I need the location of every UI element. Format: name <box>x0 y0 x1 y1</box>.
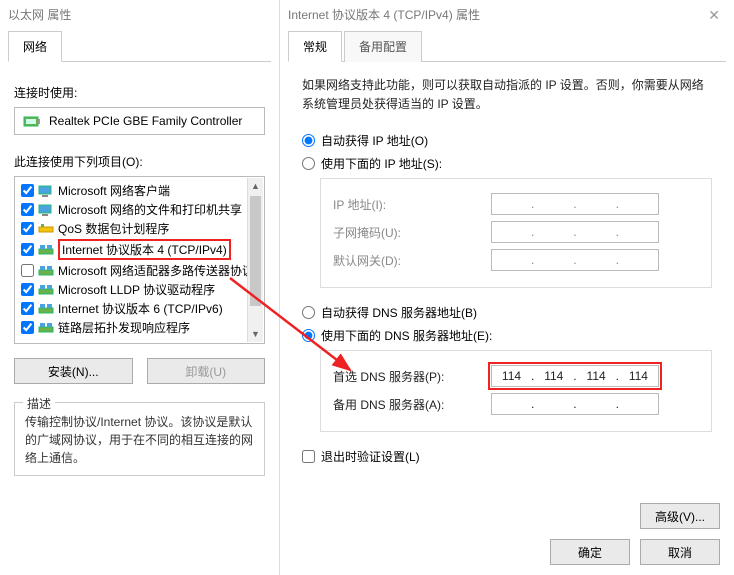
item-checkbox[interactable] <box>21 264 34 277</box>
ethernet-properties-dialog: 以太网 属性 网络 连接时使用: Realtek PCIe GBE Family… <box>0 0 280 575</box>
description-legend: 描述 <box>23 395 55 412</box>
item-label: Internet 协议版本 4 (TCP/IPv4) <box>58 239 231 260</box>
item-checkbox[interactable] <box>21 321 34 334</box>
radio-ip-manual-label: 使用下面的 IP 地址(S): <box>321 155 442 172</box>
client-icon <box>38 203 54 217</box>
left-titlebar: 以太网 属性 <box>0 0 279 30</box>
right-title: Internet 协议版本 4 (TCP/IPv4) 属性 <box>288 0 480 30</box>
network-items-list: Microsoft 网络客户端 Microsoft 网络的文件和打印机共享 QoS … <box>14 176 265 344</box>
list-item[interactable]: Microsoft 网络适配器多路传送器协议 <box>17 261 262 280</box>
list-item[interactable]: Internet 协议版本 6 (TCP/IPv6) <box>17 299 262 318</box>
radio-dns-auto[interactable] <box>302 306 315 319</box>
ip-fields: IP 地址(I): ... 子网掩码(U): ... 默认网关(D): ... <box>320 178 712 288</box>
validate-checkbox[interactable] <box>302 450 315 463</box>
tab-general[interactable]: 常规 <box>288 31 342 62</box>
radio-ip-auto[interactable] <box>302 134 315 147</box>
proto-icon <box>38 243 54 257</box>
item-label: Microsoft LLDP 协议驱动程序 <box>58 281 215 298</box>
description-text: 传输控制协议/Internet 协议。该协议是默认的广域网协议，用于在不同的相互… <box>25 413 254 467</box>
scroll-up-icon[interactable]: ▲ <box>248 178 263 194</box>
dns-alt-input[interactable]: ... <box>491 393 659 415</box>
item-checkbox[interactable] <box>21 243 34 256</box>
validate-label: 退出时验证设置(L) <box>321 448 420 465</box>
proto-icon <box>38 264 54 278</box>
dns-pref-input[interactable]: 114. 114. 114. 114 <box>491 365 659 387</box>
scroll-thumb[interactable] <box>250 196 261 306</box>
tab-alt-config[interactable]: 备用配置 <box>344 31 422 62</box>
item-checkbox[interactable] <box>21 222 34 235</box>
radio-dns-manual-label: 使用下面的 DNS 服务器地址(E): <box>321 327 492 344</box>
client-icon <box>38 184 54 198</box>
ip-address-input: ... <box>491 193 659 215</box>
list-item[interactable]: Microsoft 网络客户端 <box>17 181 262 200</box>
item-label: Internet 协议版本 6 (TCP/IPv6) <box>58 300 223 317</box>
item-label: QoS 数据包计划程序 <box>58 220 169 237</box>
proto-icon <box>38 302 54 316</box>
description-groupbox: 描述 传输控制协议/Internet 协议。该协议是默认的广域网协议，用于在不同… <box>14 402 265 476</box>
item-checkbox[interactable] <box>21 302 34 315</box>
right-tabs: 常规 备用配置 <box>288 30 726 62</box>
ip-address-label: IP 地址(I): <box>333 196 483 213</box>
dns-alt-label: 备用 DNS 服务器(A): <box>333 396 483 413</box>
dns-pref-label: 首选 DNS 服务器(P): <box>333 368 483 385</box>
gateway-label: 默认网关(D): <box>333 252 483 269</box>
radio-ip-manual[interactable] <box>302 157 315 170</box>
item-checkbox[interactable] <box>21 203 34 216</box>
radio-ip-auto-label: 自动获得 IP 地址(O) <box>321 132 428 149</box>
nic-icon <box>23 114 41 128</box>
adapter-selector[interactable]: Realtek PCIe GBE Family Controller <box>14 107 265 135</box>
list-item[interactable]: QoS 数据包计划程序 <box>17 219 262 238</box>
info-text: 如果网络支持此功能，则可以获取自动指派的 IP 设置。否则，你需要从网络系统管理… <box>302 76 712 114</box>
gateway-input: ... <box>491 249 659 271</box>
item-label: Microsoft 网络的文件和打印机共享 <box>58 201 242 218</box>
items-label: 此连接使用下列项目(O): <box>14 153 265 170</box>
adapter-name: Realtek PCIe GBE Family Controller <box>49 114 242 128</box>
dns-fields: 首选 DNS 服务器(P): 114. 114. 114. 114 备用 DNS… <box>320 350 712 432</box>
qos-icon <box>38 222 54 236</box>
proto-icon <box>38 321 54 335</box>
radio-dns-manual[interactable] <box>302 329 315 342</box>
scroll-down-icon[interactable]: ▼ <box>248 326 263 342</box>
subnet-label: 子网掩码(U): <box>333 224 483 241</box>
left-tabs: 网络 <box>8 30 271 62</box>
cancel-button[interactable]: 取消 <box>640 539 720 565</box>
uninstall-button[interactable]: 卸载(U) <box>147 358 266 384</box>
item-label: Microsoft 网络适配器多路传送器协议 <box>58 262 254 279</box>
item-checkbox[interactable] <box>21 283 34 296</box>
install-button[interactable]: 安装(N)... <box>14 358 133 384</box>
list-item[interactable]: Microsoft 网络的文件和打印机共享 <box>17 200 262 219</box>
right-titlebar: Internet 协议版本 4 (TCP/IPv4) 属性 ✕ <box>280 0 734 30</box>
list-item[interactable]: 链路层拓扑发现响应程序 <box>17 318 262 337</box>
list-item[interactable]: Microsoft LLDP 协议驱动程序 <box>17 280 262 299</box>
close-icon[interactable]: ✕ <box>704 0 724 30</box>
radio-dns-auto-label: 自动获得 DNS 服务器地址(B) <box>321 304 477 321</box>
proto-icon <box>38 283 54 297</box>
left-title: 以太网 属性 <box>8 0 71 30</box>
subnet-input: ... <box>491 221 659 243</box>
tab-network[interactable]: 网络 <box>8 31 62 62</box>
item-label: Microsoft 网络客户端 <box>58 182 170 199</box>
item-label: 链路层拓扑发现响应程序 <box>58 319 190 336</box>
advanced-button[interactable]: 高级(V)... <box>640 503 720 529</box>
list-scrollbar[interactable]: ▲ ▼ <box>247 178 263 342</box>
ok-button[interactable]: 确定 <box>550 539 630 565</box>
list-item[interactable]: Internet 协议版本 4 (TCP/IPv4) <box>17 238 262 261</box>
tcpipv4-properties-dialog: Internet 协议版本 4 (TCP/IPv4) 属性 ✕ 常规 备用配置 … <box>280 0 734 575</box>
connect-using-label: 连接时使用: <box>14 84 265 101</box>
item-checkbox[interactable] <box>21 184 34 197</box>
